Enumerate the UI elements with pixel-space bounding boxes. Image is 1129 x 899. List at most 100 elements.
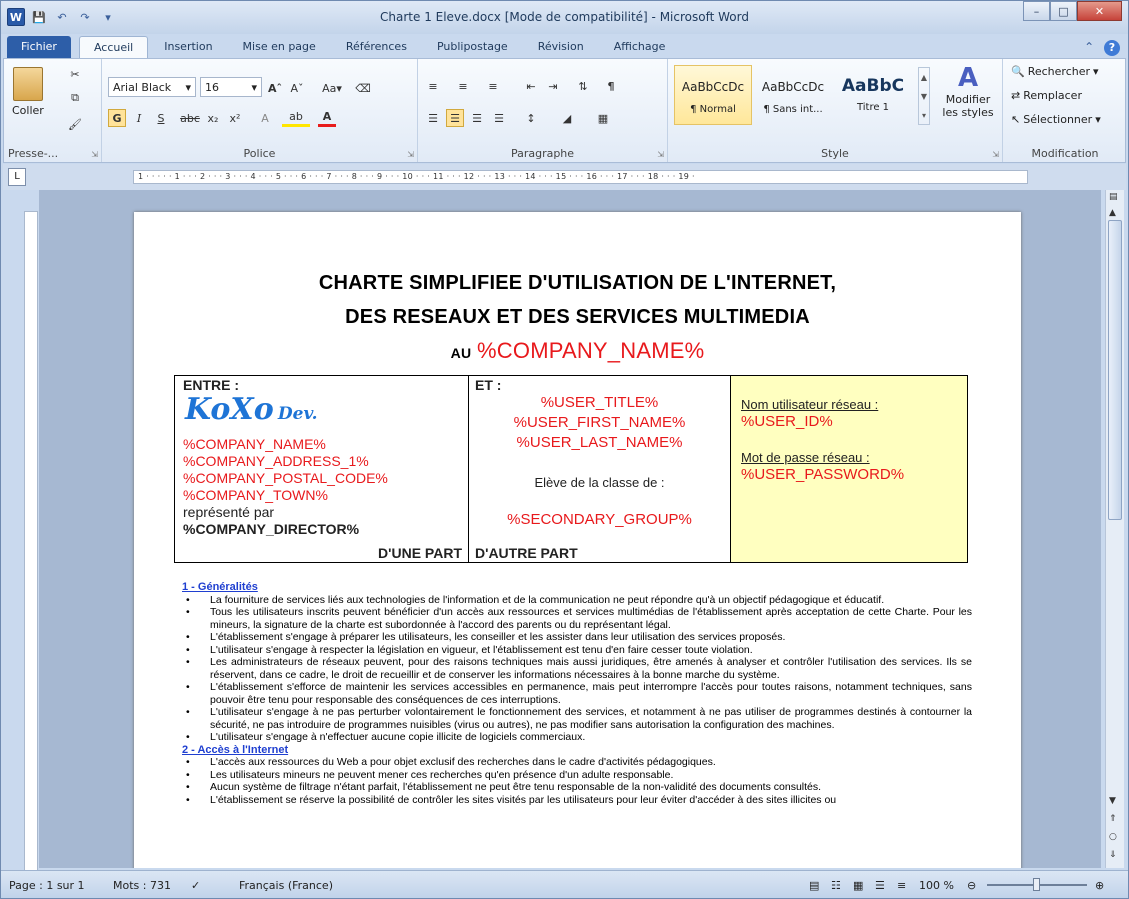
change-styles-button[interactable]: A Modifier les styles bbox=[938, 63, 998, 119]
list-item: L'établissement s'engage à préparer les … bbox=[182, 631, 972, 644]
cut-icon[interactable]: ✂ bbox=[66, 65, 84, 83]
paste-icon bbox=[12, 67, 43, 101]
copy-icon[interactable]: ⧉ bbox=[66, 89, 84, 107]
tab-references[interactable]: Références bbox=[332, 36, 421, 58]
style-no-spacing[interactable]: AaBbCcDc ¶ Sans int... bbox=[754, 65, 832, 125]
proofing-icon[interactable]: ✓ bbox=[191, 879, 200, 892]
status-words[interactable]: Mots : 731 bbox=[113, 879, 171, 892]
style-preview: AaBbCcDc bbox=[681, 80, 745, 94]
italic-icon[interactable]: I bbox=[130, 109, 148, 127]
grow-font-icon[interactable]: Aˆ bbox=[266, 79, 284, 97]
middle-footer: D'AUTRE PART bbox=[475, 545, 578, 561]
align-right-icon[interactable]: ☰ bbox=[468, 109, 486, 127]
ribbon: Coller ✂ ⧉ 🖌 Presse-... ⇲ Arial Black ▾ 1… bbox=[3, 58, 1126, 163]
show-formatting-icon[interactable]: ¶ bbox=[602, 77, 620, 95]
section-2-title[interactable]: 2 - Accès à l'Internet bbox=[182, 744, 972, 757]
multilevel-list-icon[interactable]: ≡ bbox=[484, 77, 502, 95]
clear-formatting-icon[interactable]: ⌫ bbox=[354, 79, 372, 97]
print-layout-icon[interactable]: ▤ bbox=[809, 879, 819, 892]
underline-icon[interactable]: S bbox=[152, 109, 170, 127]
cursor-icon: ↖ bbox=[1011, 113, 1021, 126]
style-normal[interactable]: AaBbCcDc ¶ Normal bbox=[674, 65, 752, 125]
close-button[interactable]: ✕ bbox=[1077, 1, 1122, 21]
previous-page-icon[interactable]: ⇑ bbox=[1109, 814, 1117, 824]
tab-selector-icon[interactable]: L bbox=[8, 168, 26, 186]
find-button[interactable]: 🔍 Rechercher ▾ bbox=[1011, 65, 1099, 78]
subscript-icon[interactable]: x₂ bbox=[204, 109, 222, 127]
scroll-up-icon[interactable]: ▲ bbox=[1109, 208, 1116, 218]
shrink-font-icon[interactable]: Aˇ bbox=[288, 79, 306, 97]
minimize-ribbon-icon[interactable]: ⌃ bbox=[1084, 40, 1094, 54]
increase-indent-icon[interactable]: ⇥ bbox=[544, 77, 562, 95]
styles-launcher-icon[interactable]: ⇲ bbox=[992, 150, 999, 159]
styles-scroll[interactable]: ▲ ▼ ▾ bbox=[918, 67, 930, 125]
styles-group-label: Style bbox=[821, 147, 849, 160]
list-item: Les utilisateurs mineurs ne peuvent mene… bbox=[182, 769, 972, 782]
style-heading-1[interactable]: AaBbC Titre 1 bbox=[834, 65, 912, 125]
draft-view-icon[interactable]: ≡ bbox=[897, 879, 906, 892]
numbering-icon[interactable]: ≡ bbox=[454, 77, 472, 95]
status-language[interactable]: Français (France) bbox=[239, 879, 333, 892]
align-left-icon[interactable]: ☰ bbox=[424, 109, 442, 127]
paste-label: Coller bbox=[12, 104, 44, 117]
borders-icon[interactable]: ▦ bbox=[594, 109, 612, 127]
justify-icon[interactable]: ☰ bbox=[490, 109, 508, 127]
scroll-down-icon[interactable]: ▼ bbox=[1109, 796, 1116, 806]
clipboard-launcher-icon[interactable]: ⇲ bbox=[91, 150, 98, 159]
format-painter-icon[interactable]: 🖌 bbox=[66, 115, 84, 133]
shading-icon[interactable]: ◢ bbox=[558, 109, 576, 127]
text-effects-icon[interactable]: A bbox=[256, 109, 274, 127]
align-center-icon[interactable]: ☰ bbox=[446, 109, 464, 127]
tab-insert[interactable]: Insertion bbox=[150, 36, 226, 58]
paragraph-launcher-icon[interactable]: ⇲ bbox=[657, 150, 664, 159]
web-layout-icon[interactable]: ▦ bbox=[853, 879, 863, 892]
next-page-icon[interactable]: ⇓ bbox=[1109, 850, 1117, 860]
zoom-out-icon[interactable]: ⊖ bbox=[967, 879, 976, 892]
zoom-slider-thumb[interactable] bbox=[1033, 878, 1040, 891]
vertical-scrollbar[interactable]: ▤ ▲ ▼ ⇑ ○ ⇓ bbox=[1105, 190, 1124, 868]
bold-icon[interactable]: G bbox=[108, 109, 126, 127]
change-case-icon[interactable]: Aa▾ bbox=[318, 79, 346, 97]
paste-button[interactable]: Coller bbox=[12, 67, 44, 117]
bullets-icon[interactable]: ≡ bbox=[424, 77, 442, 95]
tab-page-layout[interactable]: Mise en page bbox=[229, 36, 330, 58]
vertical-ruler[interactable] bbox=[24, 211, 38, 871]
font-name-combo[interactable]: Arial Black ▾ bbox=[108, 77, 196, 97]
sort-icon[interactable]: ⇅ bbox=[574, 77, 592, 95]
horizontal-ruler[interactable]: 1 · · · · · 1 · · · 2 · · · 3 · · · 4 · … bbox=[133, 170, 1028, 184]
tab-file[interactable]: Fichier bbox=[7, 36, 71, 58]
user-title: %USER_TITLE% bbox=[540, 394, 659, 411]
ruler-view-icon[interactable]: ▤ bbox=[1109, 192, 1118, 202]
strikethrough-icon[interactable]: abc bbox=[178, 109, 202, 127]
font-color-icon[interactable]: A bbox=[318, 109, 336, 127]
browse-object-icon[interactable]: ○ bbox=[1109, 832, 1117, 842]
outline-view-icon[interactable]: ☰ bbox=[875, 879, 885, 892]
minimize-button[interactable]: – bbox=[1023, 1, 1050, 21]
chevron-down-icon: ▾ bbox=[251, 80, 257, 94]
list-item: L'utilisateur s'engage à n'effectuer auc… bbox=[182, 731, 972, 744]
zoom-in-icon[interactable]: ⊕ bbox=[1095, 879, 1104, 892]
scrollbar-thumb[interactable] bbox=[1108, 220, 1122, 520]
change-styles-label: Modifier bbox=[945, 93, 991, 106]
zoom-level[interactable]: 100 % bbox=[919, 879, 954, 892]
document-page[interactable]: CHARTE SIMPLIFIEE D'UTILISATION DE L'INT… bbox=[134, 212, 1021, 868]
line-spacing-icon[interactable]: ↕ bbox=[522, 109, 540, 127]
tab-home[interactable]: Accueil bbox=[78, 36, 149, 58]
maximize-button[interactable]: □ bbox=[1050, 1, 1077, 21]
section-1-title[interactable]: 1 - Généralités bbox=[182, 581, 972, 594]
status-page[interactable]: Page : 1 sur 1 bbox=[9, 879, 85, 892]
font-size-combo[interactable]: 16 ▾ bbox=[200, 77, 262, 97]
tab-mailings[interactable]: Publipostage bbox=[423, 36, 522, 58]
replace-button[interactable]: ⇄ Remplacer bbox=[1011, 89, 1082, 102]
full-screen-reading-icon[interactable]: ☷ bbox=[831, 879, 841, 892]
decrease-indent-icon[interactable]: ⇤ bbox=[522, 77, 540, 95]
font-launcher-icon[interactable]: ⇲ bbox=[407, 150, 414, 159]
tab-view[interactable]: Affichage bbox=[600, 36, 680, 58]
clipboard-group: Coller ✂ ⧉ 🖌 Presse-... ⇲ bbox=[4, 59, 102, 162]
select-button[interactable]: ↖ Sélectionner ▾ bbox=[1011, 113, 1101, 126]
help-icon[interactable]: ? bbox=[1104, 40, 1120, 56]
superscript-icon[interactable]: x² bbox=[226, 109, 244, 127]
replace-label: Remplacer bbox=[1023, 89, 1082, 102]
highlight-icon[interactable]: ab bbox=[282, 109, 310, 127]
tab-review[interactable]: Révision bbox=[524, 36, 598, 58]
